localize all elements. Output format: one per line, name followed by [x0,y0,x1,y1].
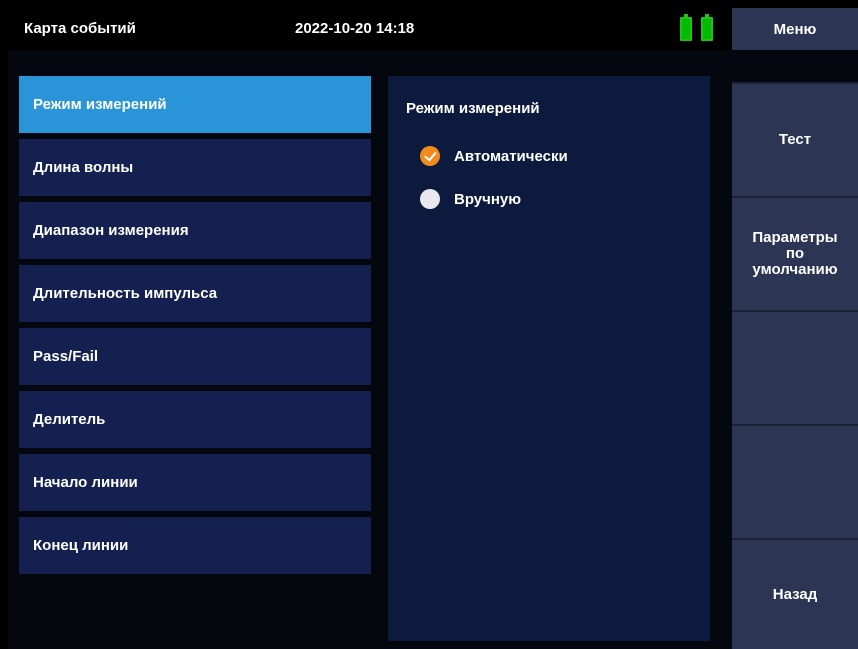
empty-softkey[interactable] [732,424,858,538]
menu-button[interactable]: Меню [732,8,858,50]
list-item-line-end[interactable]: Конец линии [19,517,371,574]
list-item-label: Конец линии [33,537,129,554]
list-item-line-start[interactable]: Начало линии [19,454,371,511]
list-item-label: Делитель [33,411,106,428]
status-bar: Карта событий 2022-10-20 14:18 [8,8,732,50]
radio-option-auto[interactable]: Автоматически [420,146,568,166]
list-item-splitter[interactable]: Делитель [19,391,371,448]
empty-softkey[interactable] [732,310,858,424]
list-item-label: Начало линии [33,474,138,491]
back-button[interactable]: Назад [732,538,858,649]
list-item-measurement-range[interactable]: Диапазон измерения [19,202,371,259]
panel-title: Режим измерений [406,100,540,117]
defaults-button[interactable]: Параметры по умолчанию [732,196,858,310]
settings-list: Режим измерений Длина волны Диапазон изм… [19,76,371,580]
list-item-measurement-mode[interactable]: Режим измерений [19,76,371,133]
list-item-label: Pass/Fail [33,348,99,365]
radio-option-manual[interactable]: Вручную [420,189,521,209]
list-item-label: Длина волны [33,159,134,176]
options-panel: Режим измерений Автоматически Вручную [388,76,710,641]
softkey-label-line: Параметры [752,229,838,246]
list-item-label: Диапазон измерения [33,222,189,239]
softkey-label: Тест [778,131,812,148]
device-screen: Карта событий 2022-10-20 14:18 Меню Режи… [8,8,858,649]
softkey-label: Назад [772,585,818,603]
battery-icon [680,14,692,41]
list-item-label: Длительность импульса [33,285,218,302]
menu-button-label: Меню [773,20,817,38]
softkey-label-line: умолчанию [752,261,838,278]
list-item-pass-fail[interactable]: Pass/Fail [19,328,371,385]
datetime: 2022-10-20 14:18 [295,20,415,37]
battery-icon [701,14,713,41]
radio-unchecked-icon[interactable] [420,189,440,209]
list-item-wavelength[interactable]: Длина волны [19,139,371,196]
app-title: Карта событий [24,20,136,37]
softkey-column: Тест Параметры по умолчанию Назад [732,82,858,649]
test-button[interactable]: Тест [732,82,858,196]
softkey-label-line: по [785,245,805,262]
list-item-label: Режим измерений [33,96,167,113]
softkey-label: Параметры по умолчанию [752,230,837,278]
list-item-pulse-width[interactable]: Длительность импульса [19,265,371,322]
radio-checked-icon[interactable] [420,146,440,166]
radio-label: Автоматически [454,147,568,165]
radio-label: Вручную [454,190,522,208]
